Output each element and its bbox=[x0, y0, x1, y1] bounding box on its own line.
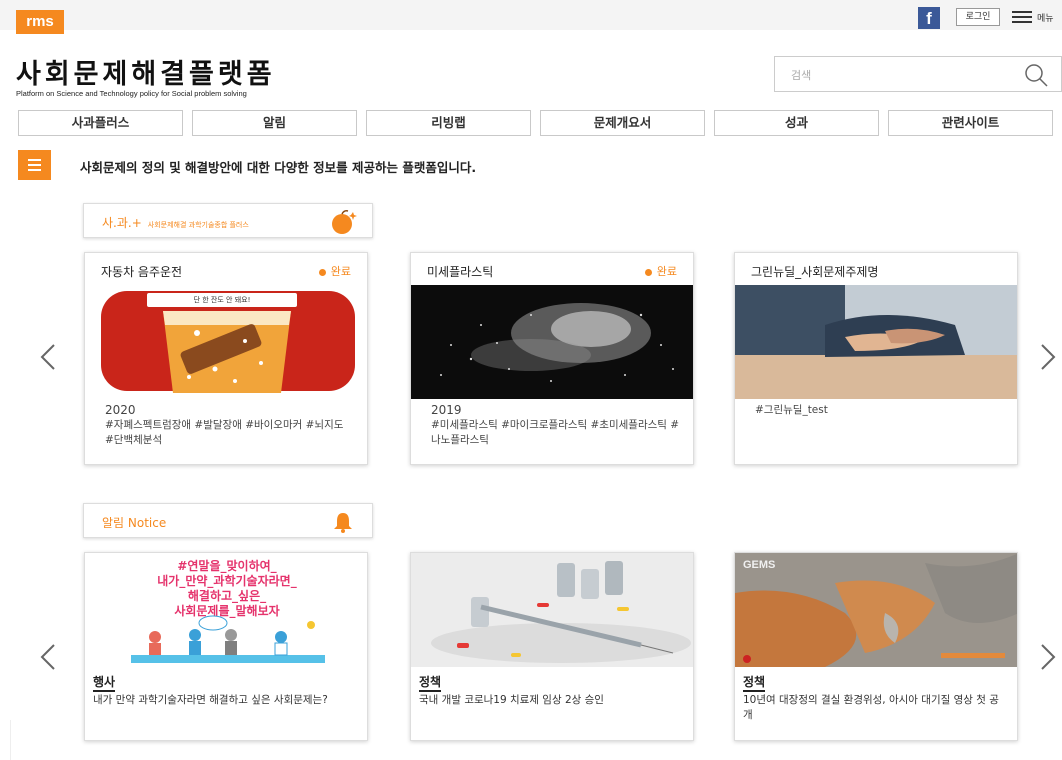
poster-illustration bbox=[131, 615, 325, 663]
facebook-icon[interactable]: f bbox=[918, 7, 940, 29]
notice-card[interactable]: 정책 국내 개발 코로나19 치료제 임상 2상 승인 bbox=[410, 552, 694, 741]
notice-card[interactable]: GEMS 정책 10년여 대장정의 결실 환경위성, 아시아 대기질 영상 첫 … bbox=[734, 552, 1018, 741]
poster-line: 내가_만약_과학기술자라면_ bbox=[157, 574, 297, 588]
section-title: 알림 Notice bbox=[102, 516, 167, 530]
notice-card[interactable]: #연말을_맞이하여_ 내가_만약_과학기술자라면_ 해결하고_싶은_ 사회문제를… bbox=[84, 552, 368, 741]
site-subtitle: Platform on Science and Technology polic… bbox=[16, 89, 247, 98]
nav-item-related-sites[interactable]: 관련사이트 bbox=[888, 110, 1053, 136]
card-category: 정책 bbox=[743, 673, 766, 692]
card-image: 단 한 잔도 안 돼요! bbox=[85, 285, 367, 399]
site-logo[interactable]: rms bbox=[16, 10, 64, 34]
search-icon[interactable] bbox=[1023, 62, 1049, 88]
menu-label: 메뉴 bbox=[1037, 13, 1054, 24]
card-tags: #미세플라스틱 #마이크로플라스틱 #초미세플라스틱 #나노플라스틱 bbox=[431, 419, 680, 446]
card-image bbox=[735, 285, 1017, 399]
section-subtitle: 사회문제해결 과학기술종합 플러스 bbox=[147, 221, 249, 229]
nav-item-results[interactable]: 성과 bbox=[714, 110, 879, 136]
menu-button[interactable]: 메뉴 bbox=[1012, 8, 1054, 26]
sagwa-card[interactable]: 자동차 음주운전 완료 단 한 잔도 안 돼요! 2020 #자폐스펙트럼장애 … bbox=[84, 252, 368, 465]
intro-text: 사회문제의 정의 및 해결방안에 대한 다양한 정보를 제공하는 플랫폼입니다. bbox=[80, 160, 477, 175]
image-banner-text: 단 한 잔도 안 돼요! bbox=[193, 296, 251, 304]
map-label: GEMS bbox=[743, 559, 776, 571]
nav-item-notice[interactable]: 알림 bbox=[192, 110, 357, 136]
nav-item-livinglab[interactable]: 리빙랩 bbox=[366, 110, 531, 136]
section-title: 사.과.+ 사회문제해결 과학기술종합 플러스 bbox=[102, 216, 249, 230]
card-category: 행사 bbox=[93, 673, 116, 692]
top-bar bbox=[0, 0, 1062, 30]
search-placeholder: 검색 bbox=[791, 69, 812, 82]
bell-icon bbox=[334, 513, 352, 533]
card-image: GEMS bbox=[735, 553, 1017, 667]
hamburger-icon bbox=[1012, 11, 1032, 23]
login-button[interactable]: 로그인 bbox=[956, 8, 1000, 26]
card-description: 10년여 대장정의 결실 환경위성, 아시아 대기질 영상 첫 공개 bbox=[743, 694, 999, 721]
list-icon bbox=[18, 150, 51, 180]
sagwa-card[interactable]: 미세플라스틱 완료 2019 #미세플라스틱 #마이크로플라스틱 #초미세플라스… bbox=[410, 252, 694, 465]
next-arrow-icon[interactable] bbox=[1036, 642, 1060, 672]
card-description: 내가 만약 과학기술자라면 해결하고 싶은 사회문제는? bbox=[93, 694, 328, 706]
card-title: 미세플라스틱 bbox=[427, 265, 494, 279]
main-nav: 사과플러스 알림 리빙랩 문제개요서 성과 관련사이트 bbox=[18, 110, 1058, 136]
section-label-sagwaplus[interactable]: 사.과.+ 사회문제해결 과학기술종합 플러스 bbox=[83, 203, 373, 238]
apple-icon bbox=[332, 210, 357, 234]
search-input[interactable]: 검색 bbox=[774, 56, 1062, 92]
prev-arrow-icon[interactable] bbox=[36, 642, 60, 672]
card-description: 국내 개발 코로나19 치료제 임상 2상 승인 bbox=[419, 694, 604, 706]
nav-item-sagwaplus[interactable]: 사과플러스 bbox=[18, 110, 183, 136]
card-tags: #그린뉴딜_test bbox=[755, 404, 828, 416]
card-image: #연말을_맞이하여_ 내가_만약_과학기술자라면_ 해결하고_싶은_ 사회문제를… bbox=[85, 553, 367, 667]
card-image bbox=[411, 285, 693, 399]
site-title: 사회문제해결플랫폼 bbox=[16, 59, 276, 90]
card-year: 2020 bbox=[105, 403, 136, 417]
card-year: 2019 bbox=[431, 403, 462, 417]
poster-line: #연말을_맞이하여_ bbox=[177, 559, 277, 573]
status-badge: 완료 bbox=[319, 263, 351, 279]
divider bbox=[10, 720, 11, 760]
poster-line: 해결하고_싶은_ bbox=[187, 589, 267, 603]
nav-item-problem-summary[interactable]: 문제개요서 bbox=[540, 110, 705, 136]
status-badge: 완료 bbox=[645, 263, 677, 279]
card-tags: #자폐스펙트럼장애 #발달장애 #바이오마커 #뇌지도 #단백체분석 bbox=[105, 419, 344, 446]
prev-arrow-icon[interactable] bbox=[36, 342, 60, 372]
card-image bbox=[411, 553, 693, 667]
next-arrow-icon[interactable] bbox=[1036, 342, 1060, 372]
sagwa-card[interactable]: 그린뉴딜_사회문제주제명 #그린뉴딜_test bbox=[734, 252, 1018, 465]
card-category: 정책 bbox=[419, 673, 442, 692]
card-title: 자동차 음주운전 bbox=[101, 265, 183, 279]
section-label-notice[interactable]: 알림 Notice bbox=[83, 503, 373, 538]
card-title: 그린뉴딜_사회문제주제명 bbox=[751, 265, 879, 279]
